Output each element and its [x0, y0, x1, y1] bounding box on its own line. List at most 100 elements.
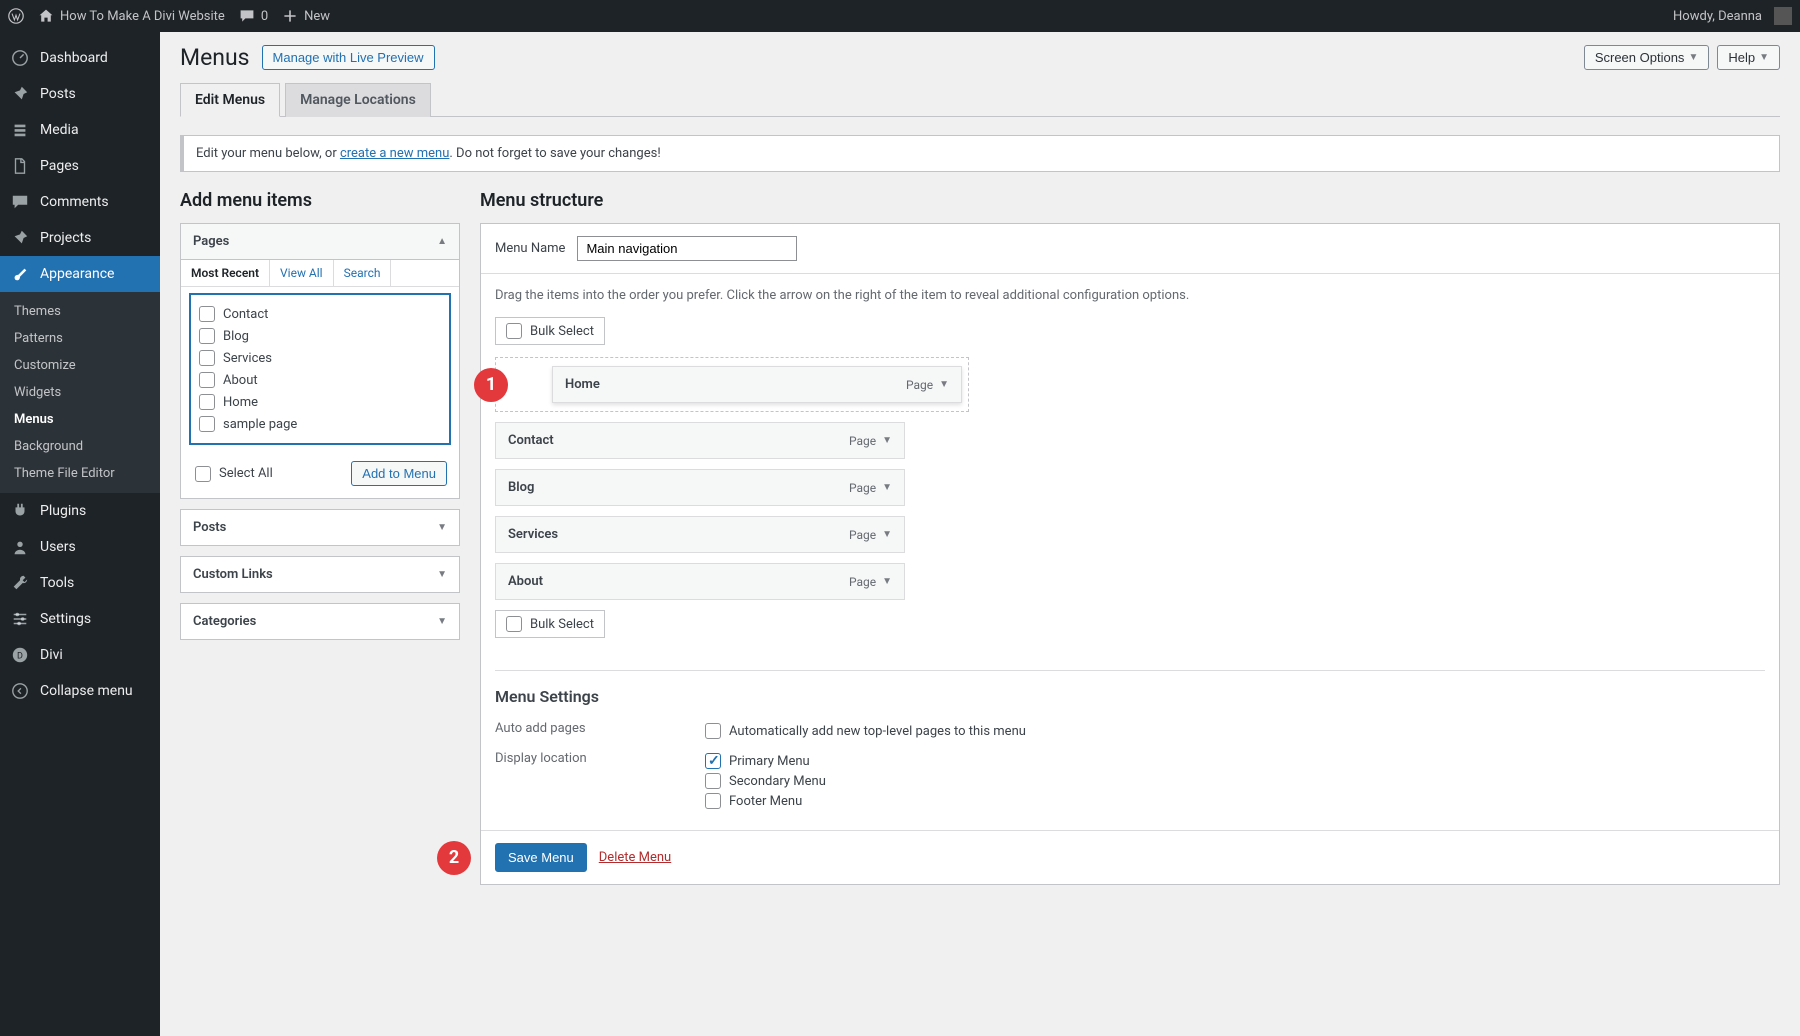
checkbox[interactable]	[506, 616, 522, 632]
sidebar-label: Collapse menu	[40, 683, 133, 699]
site-link[interactable]: How To Make A Divi Website	[38, 8, 225, 24]
subtab-search[interactable]: Search	[334, 260, 392, 286]
subtab-all[interactable]: View All	[270, 260, 334, 286]
sidebar-item-pages[interactable]: Pages	[0, 148, 160, 184]
checkbox[interactable]	[199, 372, 215, 388]
create-menu-link[interactable]: create a new menu	[340, 146, 449, 161]
chevron-down-icon: ▼	[1759, 52, 1769, 63]
chevron-down-icon: ▼	[1688, 52, 1698, 63]
menu-item-blog[interactable]: Blog Page▼	[495, 469, 905, 506]
checkbox[interactable]	[199, 394, 215, 410]
new-link[interactable]: New	[282, 8, 330, 24]
wp-logo-link[interactable]	[8, 8, 24, 24]
location-secondary[interactable]: Secondary Menu	[705, 771, 826, 791]
sidebar-item-media[interactable]: Media	[0, 112, 160, 148]
bulk-select-bottom[interactable]: Bulk Select	[495, 610, 605, 638]
checkbox[interactable]	[705, 723, 721, 739]
tab-edit-menus[interactable]: Edit Menus	[180, 83, 280, 117]
menu-item-about[interactable]: About Page▼	[495, 563, 905, 600]
metabox-pages-toggle[interactable]: Pages ▲	[181, 224, 459, 260]
select-all-pages[interactable]: Select All	[193, 463, 275, 485]
menu-name-input[interactable]	[577, 236, 797, 261]
menu-item-home-dragging[interactable]: 1 Home Page▼	[495, 357, 969, 412]
metabox-title: Custom Links	[193, 567, 273, 582]
structure-heading: Menu structure	[480, 190, 1780, 211]
submenu-theme-editor[interactable]: Theme File Editor	[0, 460, 160, 487]
pin-icon	[10, 84, 30, 104]
sidebar-item-appearance[interactable]: Appearance	[0, 256, 160, 292]
screen-options-button[interactable]: Screen Options▼	[1584, 45, 1710, 70]
sidebar-label: Settings	[40, 611, 91, 627]
page-check-home[interactable]: Home	[197, 391, 443, 413]
checkbox[interactable]	[705, 793, 721, 809]
page-check-about[interactable]: About	[197, 369, 443, 391]
checkbox[interactable]	[506, 323, 522, 339]
submenu-background[interactable]: Background	[0, 433, 160, 460]
menu-item-type: Page	[849, 481, 876, 495]
checkbox[interactable]	[195, 466, 211, 482]
page-check-sample[interactable]: sample page	[197, 413, 443, 435]
page-label: Services	[223, 351, 272, 366]
sidebar-item-divi[interactable]: DDivi	[0, 637, 160, 673]
add-to-menu-button[interactable]: Add to Menu	[351, 461, 447, 486]
comments-link[interactable]: 0	[239, 8, 268, 24]
auto-add-label: Auto add pages	[495, 721, 705, 741]
caret-down-icon[interactable]: ▼	[882, 482, 892, 493]
select-all-label: Select All	[219, 466, 273, 481]
menu-name-label: Menu Name	[495, 241, 565, 256]
menu-item-type: Page	[849, 528, 876, 542]
tab-manage-locations[interactable]: Manage Locations	[285, 83, 431, 117]
location-primary[interactable]: Primary Menu	[705, 751, 826, 771]
page-check-services[interactable]: Services	[197, 347, 443, 369]
sidebar-item-settings[interactable]: Settings	[0, 601, 160, 637]
sidebar-item-collapse[interactable]: Collapse menu	[0, 673, 160, 709]
add-items-heading: Add menu items	[180, 190, 460, 211]
account-link[interactable]: Howdy, Deanna	[1673, 7, 1792, 25]
subtab-recent[interactable]: Most Recent	[181, 260, 270, 286]
delete-menu-link[interactable]: Delete Menu	[599, 850, 671, 865]
metabox-cats-toggle[interactable]: Categories▼	[181, 604, 459, 639]
submenu-customize[interactable]: Customize	[0, 352, 160, 379]
caret-down-icon[interactable]: ▼	[882, 529, 892, 540]
save-menu-button[interactable]: Save Menu	[495, 843, 587, 872]
sidebar-item-projects[interactable]: Projects	[0, 220, 160, 256]
auto-add-checkbox-row[interactable]: Automatically add new top-level pages to…	[705, 721, 1026, 741]
main-content: Menus Manage with Live Preview Screen Op…	[160, 32, 1800, 925]
page-check-blog[interactable]: Blog	[197, 325, 443, 347]
submenu-widgets[interactable]: Widgets	[0, 379, 160, 406]
caret-down-icon[interactable]: ▼	[882, 435, 892, 446]
sidebar-item-plugins[interactable]: Plugins	[0, 493, 160, 529]
help-button[interactable]: Help▼	[1717, 45, 1780, 70]
checkbox[interactable]	[705, 753, 721, 769]
page-check-contact[interactable]: Contact	[197, 303, 443, 325]
caret-down-icon: ▼	[437, 616, 447, 627]
sidebar-item-users[interactable]: Users	[0, 529, 160, 565]
checkbox[interactable]	[705, 773, 721, 789]
metabox-title: Posts	[193, 520, 226, 535]
menu-item-contact[interactable]: Contact Page▼	[495, 422, 905, 459]
comment-icon	[10, 192, 30, 212]
sidebar-item-posts[interactable]: Posts	[0, 76, 160, 112]
caret-down-icon[interactable]: ▼	[882, 576, 892, 587]
location-footer[interactable]: Footer Menu	[705, 791, 826, 811]
menu-item-type: Page	[849, 575, 876, 589]
submenu-themes[interactable]: Themes	[0, 298, 160, 325]
checkbox[interactable]	[199, 328, 215, 344]
sidebar-item-tools[interactable]: Tools	[0, 565, 160, 601]
live-preview-button[interactable]: Manage with Live Preview	[262, 45, 435, 70]
checkbox[interactable]	[199, 350, 215, 366]
checkbox[interactable]	[199, 306, 215, 322]
caret-down-icon[interactable]: ▼	[939, 379, 949, 390]
submenu-patterns[interactable]: Patterns	[0, 325, 160, 352]
submenu-menus[interactable]: Menus	[0, 406, 160, 433]
wrench-icon	[10, 573, 30, 593]
metabox-posts-toggle[interactable]: Posts▼	[181, 510, 459, 545]
screen-options-label: Screen Options	[1595, 50, 1685, 65]
menu-item-services[interactable]: Services Page▼	[495, 516, 905, 553]
checkbox[interactable]	[199, 416, 215, 432]
sidebar-item-dashboard[interactable]: Dashboard	[0, 40, 160, 76]
drag-help-text: Drag the items into the order you prefer…	[495, 288, 1765, 303]
bulk-select-top[interactable]: Bulk Select	[495, 317, 605, 345]
metabox-links-toggle[interactable]: Custom Links▼	[181, 557, 459, 592]
sidebar-item-comments[interactable]: Comments	[0, 184, 160, 220]
